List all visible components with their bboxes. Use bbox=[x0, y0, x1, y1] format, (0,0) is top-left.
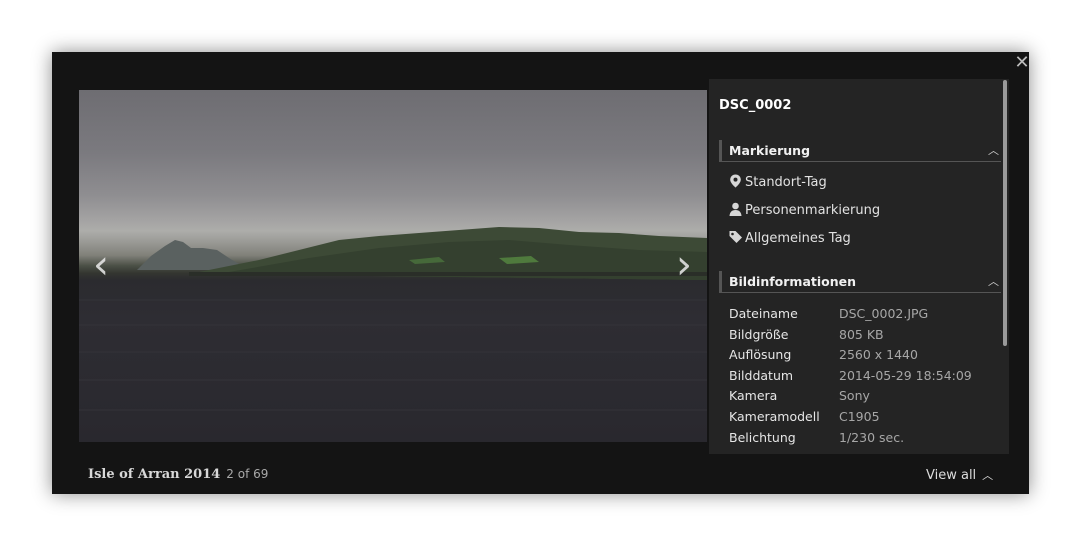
tag-icon bbox=[729, 231, 742, 243]
info-value: DSC_0002.JPG bbox=[839, 306, 929, 321]
person-tag-item[interactable]: Personenmarkierung bbox=[729, 202, 880, 222]
general-tag-label: Allgemeines Tag bbox=[745, 231, 851, 246]
info-value: 2560 x 1440 bbox=[839, 347, 918, 362]
info-key: Kamera bbox=[729, 388, 778, 403]
location-tag-label: Standort-Tag bbox=[745, 175, 827, 190]
chevron-up-icon: ︿ bbox=[982, 469, 994, 482]
close-icon[interactable]: ✕ bbox=[1014, 54, 1030, 72]
file-title: DSC_0002 bbox=[719, 98, 792, 113]
info-panel: DSC_0002 Markierung ︿ Standort-Tag Perso… bbox=[709, 79, 1009, 454]
general-tag-item[interactable]: Allgemeines Tag bbox=[729, 230, 851, 250]
info-value: 1/230 sec. bbox=[839, 430, 905, 445]
info-value: 2014-05-29 18:54:09 bbox=[839, 368, 972, 383]
person-icon bbox=[729, 202, 742, 216]
panel-scrollbar[interactable] bbox=[1003, 80, 1007, 346]
info-key: Belichtung bbox=[729, 430, 796, 445]
photo bbox=[79, 90, 707, 442]
info-value: 805 KB bbox=[839, 327, 884, 342]
landscape-photo bbox=[79, 227, 707, 411]
info-key: Dateiname bbox=[729, 306, 798, 321]
info-value: Sony bbox=[839, 388, 870, 403]
info-key: Auflösung bbox=[729, 347, 792, 362]
album-title: Isle of Arran 2014 bbox=[88, 467, 221, 482]
person-tag-label: Personenmarkierung bbox=[745, 203, 881, 218]
info-key: Bilddatum bbox=[729, 368, 794, 383]
section-tagging-header[interactable]: Markierung ︿ bbox=[719, 140, 1001, 162]
view-all-label: View all bbox=[926, 468, 977, 483]
previous-arrow-icon[interactable]: ‹ bbox=[86, 242, 116, 288]
collapse-info-icon[interactable]: ︿ bbox=[988, 273, 999, 289]
photo-viewer: ✕ ‹ › DSC_0002 Markierung ︿ Standort-Tag… bbox=[52, 52, 1030, 494]
section-info-title: Bildinformationen bbox=[729, 274, 857, 289]
collapse-tagging-icon[interactable]: ︿ bbox=[988, 142, 999, 158]
info-key: Kameramodell bbox=[729, 409, 820, 424]
view-all-button[interactable]: View all ︿ bbox=[926, 467, 993, 483]
location-pin-icon bbox=[730, 174, 741, 188]
photo-counter: 2 of 69 bbox=[226, 467, 269, 481]
section-info-header[interactable]: Bildinformationen ︿ bbox=[719, 271, 1001, 293]
album-footer: Isle of Arran 2014 2 of 69 bbox=[88, 467, 268, 482]
next-arrow-icon[interactable]: › bbox=[669, 242, 699, 288]
info-key: Bildgröße bbox=[729, 327, 789, 342]
section-tagging-title: Markierung bbox=[729, 143, 811, 158]
info-value: C1905 bbox=[839, 409, 880, 424]
location-tag-item[interactable]: Standort-Tag bbox=[729, 174, 827, 194]
